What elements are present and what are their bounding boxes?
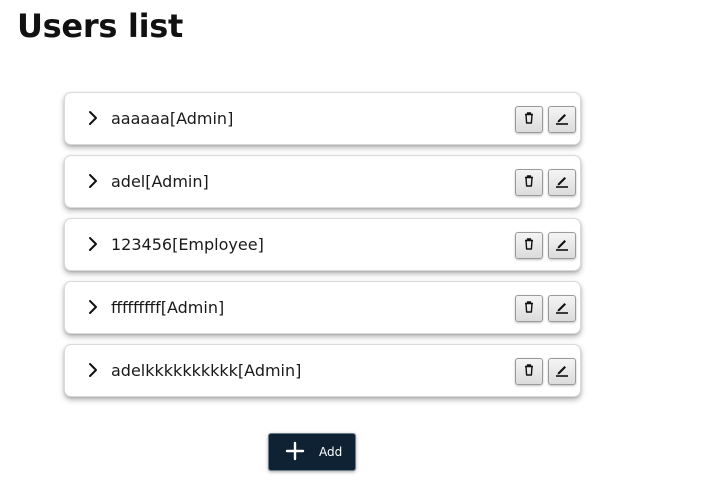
user-row[interactable]: 123456[Employee] [64, 218, 581, 271]
edit-button[interactable] [548, 106, 576, 133]
user-row[interactable]: adelkkkkkkkkkk[Admin] [64, 344, 581, 397]
edit-button[interactable] [548, 169, 576, 196]
user-label: adel[Admin] [111, 172, 209, 191]
delete-button[interactable] [515, 106, 543, 133]
page-title: Users list [17, 7, 183, 45]
delete-button[interactable] [515, 169, 543, 196]
trash-icon [524, 112, 534, 127]
pencil-icon [555, 111, 569, 128]
chevron-right-icon[interactable] [86, 297, 100, 317]
add-button-label: Add [319, 445, 343, 459]
pencil-icon [555, 363, 569, 380]
edit-button[interactable] [548, 295, 576, 322]
edit-button[interactable] [548, 232, 576, 259]
user-row[interactable]: adel[Admin] [64, 155, 581, 208]
pencil-icon [555, 237, 569, 254]
delete-button[interactable] [515, 358, 543, 385]
row-actions [515, 295, 576, 322]
trash-icon [524, 175, 534, 190]
delete-button[interactable] [515, 232, 543, 259]
chevron-right-icon[interactable] [86, 234, 100, 254]
chevron-right-icon[interactable] [86, 171, 100, 191]
users-page: Users list aaaaaa[Admin] adel[Admin] 123… [0, 0, 726, 485]
pencil-icon [555, 174, 569, 191]
row-actions [515, 106, 576, 133]
trash-icon [524, 301, 534, 316]
pencil-icon [555, 300, 569, 317]
row-actions [515, 358, 576, 385]
chevron-right-icon[interactable] [86, 108, 100, 128]
trash-icon [524, 238, 534, 253]
user-label: fffffffff[Admin] [111, 298, 225, 317]
edit-button[interactable] [548, 358, 576, 385]
trash-icon [524, 364, 534, 379]
user-label: 123456[Employee] [111, 235, 264, 254]
chevron-right-icon[interactable] [86, 360, 100, 380]
user-row[interactable]: aaaaaa[Admin] [64, 92, 581, 145]
user-row[interactable]: fffffffff[Admin] [64, 281, 581, 334]
add-user-button[interactable]: Add [268, 433, 356, 471]
user-label: aaaaaa[Admin] [111, 109, 234, 128]
row-actions [515, 232, 576, 259]
row-actions [515, 169, 576, 196]
user-list: aaaaaa[Admin] adel[Admin] 123456[Employe… [64, 92, 581, 407]
user-label: adelkkkkkkkkkk[Admin] [111, 361, 302, 380]
delete-button[interactable] [515, 295, 543, 322]
plus-icon [285, 441, 305, 464]
